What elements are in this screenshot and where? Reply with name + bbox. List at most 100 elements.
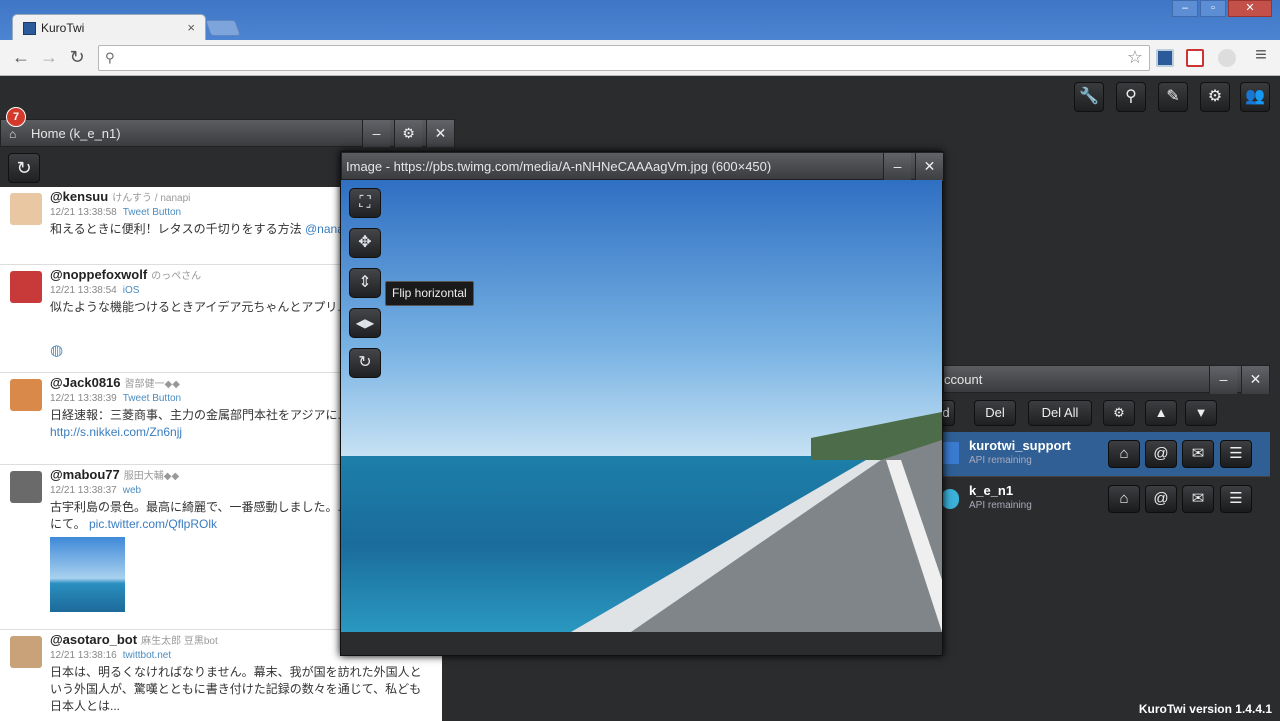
- close-button[interactable]: ✕: [915, 153, 943, 181]
- gear-icon[interactable]: ⚙: [1200, 82, 1230, 112]
- close-button[interactable]: ✕: [1241, 366, 1269, 394]
- tweet-nickname: けんすう / nanapi: [112, 193, 191, 204]
- list-icon[interactable]: ☰: [1220, 440, 1252, 468]
- bookmark-star-icon[interactable]: ☆: [1127, 47, 1143, 68]
- account-window: ccount – ✕ d Del Del All ⚙ ▲ ▼ kurotwi_s…: [937, 365, 1270, 535]
- fit-to-window-icon[interactable]: ⛶: [349, 188, 381, 218]
- username-text[interactable]: @kensuu: [50, 189, 108, 204]
- maximize-window-button[interactable]: ▫: [1200, 0, 1226, 17]
- new-tab-button[interactable]: [205, 20, 241, 36]
- home-icon[interactable]: ⌂: [1108, 485, 1140, 513]
- avatar[interactable]: [10, 193, 42, 225]
- account-name: k_e_n1: [969, 483, 1014, 498]
- kurotwi-favicon: [23, 22, 36, 35]
- tweet-time[interactable]: 12/21 13:38:37: [50, 485, 117, 496]
- wrench-icon[interactable]: 🔧: [1074, 82, 1104, 112]
- list-icon[interactable]: ☰: [1220, 485, 1252, 513]
- browser-tab[interactable]: KuroTwi ×: [12, 14, 206, 41]
- account-row-selected[interactable]: kurotwi_support API remaining ⌂ @ ✉ ☰: [941, 432, 1270, 476]
- tweet-meta: 12/21 13:38:16 twittbot.net: [50, 650, 171, 661]
- reload-button[interactable]: ↻: [66, 47, 88, 68]
- move-down-arrow-icon[interactable]: ▼: [1185, 400, 1217, 426]
- tweet-link[interactable]: http://s.nikkei.com/Zn6njj: [50, 425, 182, 439]
- app-toolbar: 🔧 ⚲ ✎ ⚙ 👥: [0, 76, 1280, 120]
- refresh-button[interactable]: ↻: [8, 153, 40, 183]
- compose-icon[interactable]: ✎: [1158, 82, 1188, 112]
- image-window-title: Image - https://pbs.twimg.com/media/A-nN…: [346, 159, 772, 174]
- tweet-username[interactable]: @mabou77 服田大輔◆◆: [50, 467, 179, 482]
- tweet-time[interactable]: 12/21 13:38:54: [50, 285, 117, 296]
- tweet-photo-thumbnail[interactable]: [50, 537, 125, 612]
- tweet-username[interactable]: @asotaro_bot 麻生太郎 豆黒bot: [50, 632, 218, 647]
- minimize-button[interactable]: –: [362, 120, 390, 148]
- minimize-window-button[interactable]: –: [1172, 0, 1198, 17]
- account-window-title: ccount: [944, 372, 983, 387]
- close-button[interactable]: ✕: [426, 120, 454, 148]
- flip-horizontal-icon[interactable]: ◀▶: [349, 308, 381, 338]
- tweet-username[interactable]: @noppefoxwolf のっぺさん: [50, 267, 201, 282]
- account-settings-gear-icon[interactable]: ⚙: [1103, 400, 1135, 426]
- flip-vertical-icon[interactable]: ⇕: [349, 268, 381, 298]
- username-text[interactable]: @asotaro_bot: [50, 632, 137, 647]
- minimize-button[interactable]: –: [883, 153, 911, 181]
- avatar[interactable]: [10, 379, 42, 411]
- opera-extension-icon[interactable]: [1218, 49, 1236, 67]
- mail-icon[interactable]: ✉: [1182, 485, 1214, 513]
- tab-strip: KuroTwi × – ▫ ✕: [0, 0, 1280, 41]
- mention-icon[interactable]: @: [1145, 440, 1177, 468]
- avatar[interactable]: [10, 636, 42, 668]
- tweet-nickname: 服田大輔◆◆: [123, 471, 180, 482]
- tweet-time[interactable]: 12/21 13:38:39: [50, 393, 117, 404]
- browser-toolbar: ← → ↻ ⚲ ☆ ≡: [0, 40, 1280, 76]
- home-panel-title: Home (k_e_n1): [31, 126, 121, 141]
- username-text[interactable]: @noppefoxwolf: [50, 267, 147, 282]
- tweet-body: 和えるときに便利！レタスの千切りをする方法: [50, 222, 305, 236]
- back-button[interactable]: ←: [10, 47, 32, 68]
- close-window-button[interactable]: ✕: [1228, 0, 1272, 17]
- settings-button[interactable]: ⚙: [394, 120, 422, 148]
- tweet-username[interactable]: @kensuu けんすう / nanapi: [50, 189, 190, 204]
- account-api-status: API remaining: [969, 455, 1032, 466]
- delete-all-button[interactable]: Del All: [1028, 400, 1092, 426]
- tweet-link[interactable]: pic.twitter.com/QflpROlk: [89, 517, 217, 531]
- tweet-username[interactable]: @Jack0816 習部健一◆◆: [50, 375, 180, 390]
- globe-icon[interactable]: ◍: [50, 341, 63, 359]
- image-window-titlebar[interactable]: Image - https://pbs.twimg.com/media/A-nN…: [341, 152, 943, 181]
- mail-icon[interactable]: ✉: [1182, 440, 1214, 468]
- username-text[interactable]: @Jack0816: [50, 375, 121, 390]
- mention-icon[interactable]: @: [1145, 485, 1177, 513]
- flip-horizontal-tooltip: Flip horizontal: [385, 281, 474, 306]
- search-icon: ⚲: [105, 50, 115, 65]
- window-controls: – ▫ ✕: [1172, 0, 1272, 18]
- avatar[interactable]: [10, 271, 42, 303]
- tweet-source[interactable]: web: [123, 485, 141, 496]
- tweet-source[interactable]: Tweet Button: [123, 207, 181, 218]
- menu-icon[interactable]: ≡: [1250, 44, 1272, 67]
- tab-close-icon[interactable]: ×: [187, 20, 195, 35]
- tweet-source[interactable]: iOS: [123, 285, 140, 296]
- actual-size-icon[interactable]: ✥: [349, 228, 381, 258]
- account-name: kurotwi_support: [969, 438, 1071, 453]
- account-window-titlebar[interactable]: ccount – ✕: [943, 365, 1270, 394]
- home-panel-titlebar[interactable]: ⌂ Home (k_e_n1) – ⚙ ✕: [0, 119, 455, 148]
- kurotwi-extension-icon[interactable]: [1156, 49, 1174, 67]
- account-row[interactable]: k_e_n1 API remaining ⌂ @ ✉ ☰: [941, 476, 1270, 520]
- search-icon[interactable]: ⚲: [1116, 82, 1146, 112]
- home-icon[interactable]: ⌂: [1108, 440, 1140, 468]
- avatar[interactable]: [10, 471, 42, 503]
- kurotwi-app: 🔧 ⚲ ✎ ⚙ 👥 ⌂ Home (k_e_n1) – ⚙ ✕ ↻ @kensu…: [0, 76, 1280, 721]
- move-up-arrow-icon[interactable]: ▲: [1145, 400, 1177, 426]
- tweet-time[interactable]: 12/21 13:38:58: [50, 207, 117, 218]
- tweet-source[interactable]: twittbot.net: [123, 650, 171, 661]
- rotate-icon[interactable]: ↻: [349, 348, 381, 378]
- forward-button[interactable]: →: [38, 47, 60, 68]
- image-preview[interactable]: [341, 180, 942, 632]
- tweet-source[interactable]: Tweet Button: [123, 393, 181, 404]
- tweet-time[interactable]: 12/21 13:38:16: [50, 650, 117, 661]
- address-bar[interactable]: ⚲ ☆: [98, 45, 1150, 71]
- gmail-extension-icon[interactable]: [1186, 49, 1204, 67]
- users-icon[interactable]: 👥: [1240, 82, 1270, 112]
- minimize-button[interactable]: –: [1209, 366, 1237, 394]
- username-text[interactable]: @mabou77: [50, 467, 120, 482]
- delete-account-button[interactable]: Del: [974, 400, 1016, 426]
